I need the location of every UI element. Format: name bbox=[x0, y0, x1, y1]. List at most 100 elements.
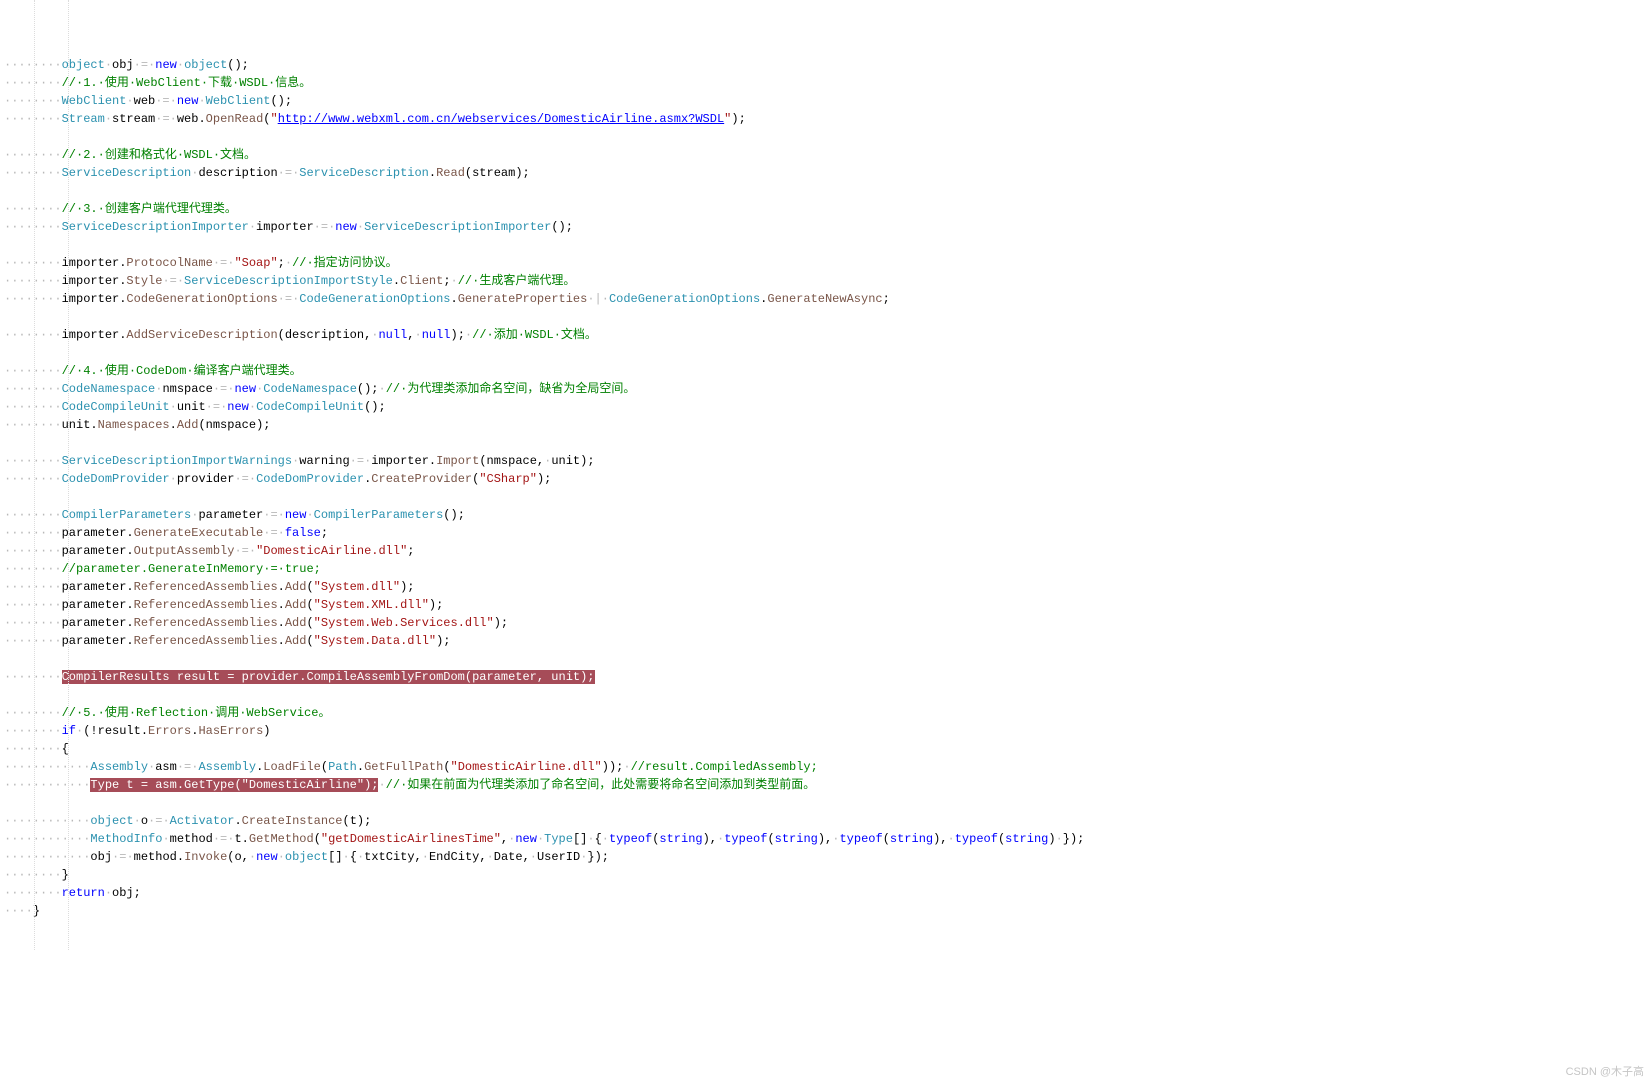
code-line[interactable]: ········//·2.·创建和格式化·WSDL·文档。 bbox=[0, 146, 1652, 164]
code-line[interactable]: ········CompilerResults result = provide… bbox=[0, 668, 1652, 686]
token-id: . bbox=[278, 634, 285, 648]
token-ty: MethodInfo bbox=[90, 832, 162, 846]
token-id: (); bbox=[270, 94, 292, 108]
token-id: parameter. bbox=[62, 544, 134, 558]
code-line[interactable] bbox=[0, 686, 1652, 704]
token-ws: · bbox=[343, 850, 350, 864]
token-ws: ········ bbox=[4, 562, 62, 576]
code-line[interactable]: ········WebClient·web·=·new·WebClient(); bbox=[0, 92, 1652, 110]
code-line[interactable]: ········{ bbox=[0, 740, 1652, 758]
token-ws: ········ bbox=[4, 508, 62, 522]
token-ws: ········ bbox=[4, 742, 62, 756]
code-line[interactable]: ········CompilerParameters·parameter·=·n… bbox=[0, 506, 1652, 524]
token-ws: ·= bbox=[206, 400, 220, 414]
token-ws: ·|· bbox=[587, 292, 609, 306]
token-fn: Import bbox=[436, 454, 479, 468]
token-fn: Namespaces bbox=[98, 418, 170, 432]
code-line[interactable]: ····} bbox=[0, 902, 1652, 920]
token-ty: object bbox=[90, 814, 133, 828]
code-line[interactable] bbox=[0, 182, 1652, 200]
code-line[interactable]: ········//·3.·创建客户端代理代理类。 bbox=[0, 200, 1652, 218]
code-line[interactable] bbox=[0, 236, 1652, 254]
token-ws: · bbox=[415, 328, 422, 342]
code-line[interactable]: ········importer.Style·=·ServiceDescript… bbox=[0, 272, 1652, 290]
token-ty: ServiceDescriptionImportStyle bbox=[184, 274, 393, 288]
code-line[interactable]: ········importer.AddServiceDescription(d… bbox=[0, 326, 1652, 344]
token-ws: ·= bbox=[278, 166, 292, 180]
code-line[interactable]: ········parameter.OutputAssembly·=·"Dome… bbox=[0, 542, 1652, 560]
token-id: }); bbox=[1063, 832, 1085, 846]
token-ws bbox=[4, 130, 11, 144]
token-str: "System.Data.dll" bbox=[314, 634, 436, 648]
token-fn: Add bbox=[177, 418, 199, 432]
token-ws: ········ bbox=[4, 706, 62, 720]
code-line[interactable]: ············obj·=·method.Invoke(o,·new·o… bbox=[0, 848, 1652, 866]
token-ws: ········ bbox=[4, 868, 62, 882]
token-str: "System.dll" bbox=[314, 580, 400, 594]
token-ws: ········ bbox=[4, 166, 62, 180]
token-id: ( bbox=[306, 634, 313, 648]
token-ws: ········ bbox=[4, 544, 62, 558]
code-line[interactable]: ········} bbox=[0, 866, 1652, 884]
token-ty: Type bbox=[544, 832, 573, 846]
code-line[interactable]: ········parameter.GenerateExecutable·=·f… bbox=[0, 524, 1652, 542]
code-line[interactable]: ········CodeDomProvider·provider·=·CodeD… bbox=[0, 470, 1652, 488]
token-id: . bbox=[451, 292, 458, 306]
code-line[interactable]: ········return·obj; bbox=[0, 884, 1652, 902]
code-line[interactable] bbox=[0, 488, 1652, 506]
token-id: ( bbox=[321, 760, 328, 774]
token-id: ); bbox=[731, 112, 745, 126]
token-id: ( bbox=[767, 832, 774, 846]
token-id: . bbox=[278, 598, 285, 612]
code-line[interactable]: ········ServiceDescriptionImportWarnings… bbox=[0, 452, 1652, 470]
code-line[interactable] bbox=[0, 434, 1652, 452]
code-line[interactable]: ········importer.ProtocolName·=·"Soap";·… bbox=[0, 254, 1652, 272]
code-line[interactable] bbox=[0, 344, 1652, 362]
code-line[interactable]: ········//·4.·使用·CodeDom·编译客户端代理类。 bbox=[0, 362, 1652, 380]
token-ws: · bbox=[134, 814, 141, 828]
token-id: . bbox=[357, 760, 364, 774]
token-cm: //·生成客户端代理。 bbox=[458, 274, 576, 288]
code-line[interactable]: ········parameter.ReferencedAssemblies.A… bbox=[0, 614, 1652, 632]
token-ws: ········ bbox=[4, 220, 62, 234]
token-id: ), bbox=[818, 832, 832, 846]
code-line[interactable]: ············object·o·=·Activator.CreateI… bbox=[0, 812, 1652, 830]
code-line[interactable] bbox=[0, 650, 1652, 668]
token-id: o bbox=[141, 814, 148, 828]
token-fn: ReferencedAssemblies bbox=[134, 634, 278, 648]
token-fn: ProtocolName bbox=[126, 256, 212, 270]
token-ty: CodeDomProvider bbox=[62, 472, 170, 486]
token-id: ); bbox=[451, 328, 465, 342]
token-fn: Read bbox=[436, 166, 465, 180]
code-line[interactable]: ········Stream·stream·=·web.OpenRead("ht… bbox=[0, 110, 1652, 128]
code-line[interactable]: ········object·obj·=·new·object(); bbox=[0, 56, 1652, 74]
code-line[interactable]: ········ServiceDescription·description·=… bbox=[0, 164, 1652, 182]
token-cm: //·指定访问协议。 bbox=[292, 256, 398, 270]
code-line[interactable] bbox=[0, 308, 1652, 326]
code-line[interactable]: ········ServiceDescriptionImporter·impor… bbox=[0, 218, 1652, 236]
token-ty: object bbox=[285, 850, 328, 864]
code-editor[interactable]: ········object·obj·=·new·object();······… bbox=[0, 0, 1652, 950]
code-line[interactable]: ········CodeNamespace·nmspace·=·new·Code… bbox=[0, 380, 1652, 398]
code-line[interactable]: ········unit.Namespaces.Add(nmspace); bbox=[0, 416, 1652, 434]
code-line[interactable]: ········//·5.·使用·Reflection·调用·WebServic… bbox=[0, 704, 1652, 722]
code-line[interactable]: ············MethodInfo·method·=·t.GetMet… bbox=[0, 830, 1652, 848]
token-id: ); bbox=[429, 598, 443, 612]
code-line[interactable] bbox=[0, 128, 1652, 146]
code-line[interactable]: ············Assembly·asm·=·Assembly.Load… bbox=[0, 758, 1652, 776]
code-line[interactable]: ········parameter.ReferencedAssemblies.A… bbox=[0, 578, 1652, 596]
code-line[interactable]: ········parameter.ReferencedAssemblies.A… bbox=[0, 632, 1652, 650]
code-line[interactable]: ········importer.CodeGenerationOptions·=… bbox=[0, 290, 1652, 308]
code-line[interactable]: ········//parameter.GenerateInMemory·=·t… bbox=[0, 560, 1652, 578]
token-id: ), bbox=[933, 832, 947, 846]
code-line[interactable]: ········//·1.·使用·WebClient·下载·WSDL·信息。 bbox=[0, 74, 1652, 92]
code-line[interactable]: ········CodeCompileUnit·unit·=·new·CodeC… bbox=[0, 398, 1652, 416]
token-kw: new bbox=[335, 220, 357, 234]
code-line[interactable]: ········parameter.ReferencedAssemblies.A… bbox=[0, 596, 1652, 614]
token-ws bbox=[4, 238, 11, 252]
token-id: parameter. bbox=[62, 526, 134, 540]
code-line[interactable]: ············Type t = asm.GetType("Domest… bbox=[0, 776, 1652, 794]
token-id: nmspace bbox=[162, 382, 212, 396]
code-line[interactable]: ········if·(!result.Errors.HasErrors) bbox=[0, 722, 1652, 740]
code-line[interactable] bbox=[0, 794, 1652, 812]
